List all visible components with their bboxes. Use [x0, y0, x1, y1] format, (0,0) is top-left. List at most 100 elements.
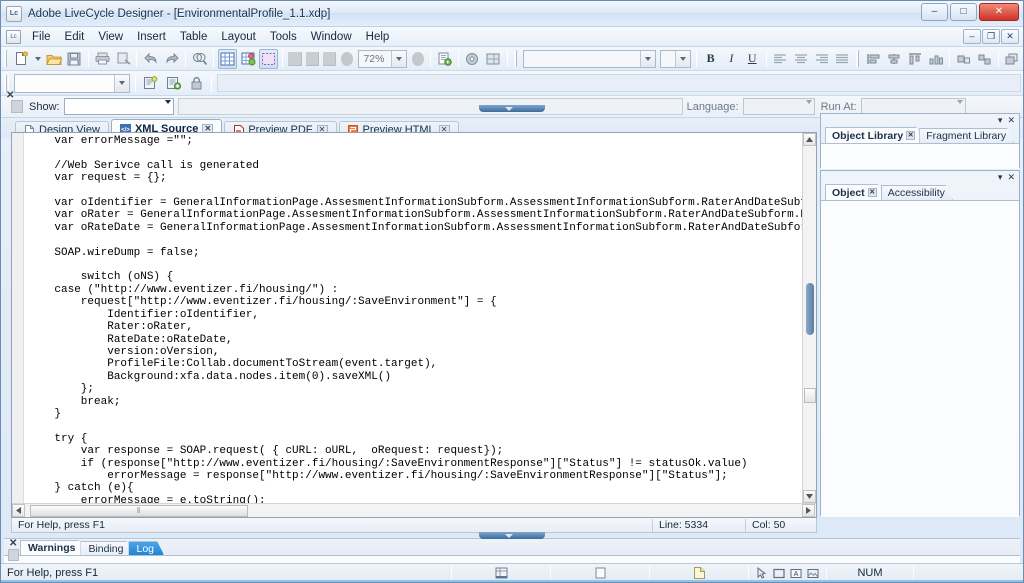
chevron-down-icon[interactable] [390, 50, 406, 67]
close-icon[interactable]: ✕ [6, 90, 14, 101]
image-placeholder-icon[interactable] [806, 567, 820, 580]
chevron-down-icon[interactable] [805, 100, 812, 116]
vertical-scroll-thumb[interactable] [804, 388, 816, 403]
menu-item-layout[interactable]: Layout [214, 29, 263, 45]
master-page-icon[interactable] [322, 51, 337, 66]
font-size-combo[interactable] [660, 49, 692, 68]
distribute-icon[interactable] [927, 49, 946, 69]
library-panel-body[interactable] [821, 143, 1019, 169]
rectangle-icon[interactable] [772, 567, 786, 580]
chevron-down-icon[interactable] [114, 74, 129, 92]
group-objects-icon[interactable] [954, 49, 973, 69]
show-boundaries-icon[interactable] [259, 48, 279, 69]
scroll-down-icon[interactable] [803, 490, 816, 503]
print-preview-icon[interactable] [114, 49, 133, 69]
menu-item-file[interactable]: File [25, 29, 58, 45]
tab-object-library[interactable]: Object Library ✕ [825, 127, 923, 143]
menu-item-edit[interactable]: Edit [58, 29, 92, 45]
italic-button[interactable]: I [722, 49, 741, 69]
bold-button[interactable]: B [701, 49, 720, 69]
maximize-button[interactable]: □ [950, 3, 977, 21]
align-left-icon[interactable] [771, 49, 790, 69]
close-button[interactable]: ✕ [979, 3, 1019, 21]
preview-toggle-icon[interactable] [341, 51, 354, 66]
show-combo[interactable] [63, 98, 174, 116]
close-icon[interactable]: ✕ [1007, 115, 1015, 126]
run-script-icon[interactable] [435, 49, 454, 69]
script-value-field[interactable] [177, 98, 683, 115]
scroll-right-icon[interactable] [802, 504, 815, 517]
floating-toolbar-handle[interactable] [479, 532, 545, 539]
tab-object[interactable]: Object ✕ [825, 184, 885, 200]
print-icon[interactable] [93, 49, 112, 69]
menu-item-help[interactable]: Help [359, 29, 397, 45]
form-properties-icon[interactable] [463, 49, 482, 69]
tab-accessibility[interactable]: Accessibility [881, 185, 953, 200]
zoom-combo[interactable]: 72% [358, 49, 407, 68]
object-panel-body[interactable] [821, 200, 1019, 517]
chevron-down-icon[interactable] [675, 50, 691, 67]
horizontal-scroll-thumb[interactable]: ‖ [30, 504, 248, 517]
toolbar-grip[interactable] [855, 50, 861, 67]
panel-menu-icon[interactable]: ▾ [998, 115, 1003, 126]
mdi-restore-button[interactable]: ❐ [982, 29, 1000, 44]
chevron-down-icon[interactable] [640, 50, 656, 67]
menu-item-window[interactable]: Window [304, 29, 359, 45]
align-objects-center-icon[interactable] [885, 49, 904, 69]
tab-fragment-library[interactable]: Fragment Library [919, 128, 1014, 143]
mdi-minimize-button[interactable]: – [963, 29, 981, 44]
lock-script-icon[interactable] [186, 73, 207, 93]
tab-binding[interactable]: Binding [80, 541, 133, 555]
page-layout-icon[interactable] [288, 51, 302, 66]
align-center-icon[interactable] [791, 49, 810, 69]
xml-source-editor[interactable]: var errorMessage =""; //Web Serivce call… [11, 132, 817, 518]
ungroup-objects-icon[interactable] [975, 49, 994, 69]
open-file-icon[interactable] [44, 49, 63, 69]
editor-vertical-scrollbar[interactable] [802, 133, 816, 503]
align-objects-top-icon[interactable] [906, 49, 925, 69]
new-script-icon[interactable] [140, 73, 161, 93]
text-box-icon[interactable]: A [789, 567, 803, 580]
editor-horizontal-scrollbar[interactable]: ‖ [12, 503, 816, 517]
new-file-icon[interactable] [12, 49, 31, 69]
menu-item-insert[interactable]: Insert [130, 29, 173, 45]
toolbar-grip[interactable] [4, 50, 9, 67]
menu-item-table[interactable]: Table [173, 29, 215, 45]
mdi-close-button[interactable]: ✕ [1001, 29, 1019, 44]
tab-warnings[interactable]: Warnings [20, 540, 85, 555]
align-right-icon[interactable] [812, 49, 831, 69]
add-script-icon[interactable] [163, 73, 184, 93]
panel-menu-icon[interactable]: ▾ [998, 172, 1003, 183]
save-file-icon[interactable] [65, 49, 84, 69]
underline-button[interactable]: U [743, 49, 762, 69]
toolbar-grip[interactable] [513, 50, 519, 67]
object-selector-combo[interactable] [14, 73, 130, 93]
show-grid-icon[interactable] [217, 48, 237, 69]
close-icon[interactable]: ✕ [868, 188, 877, 197]
language-combo[interactable] [742, 98, 815, 116]
bring-to-front-icon[interactable] [1003, 49, 1022, 69]
cursor-select-icon[interactable] [755, 567, 769, 580]
align-justify-icon[interactable] [833, 49, 852, 69]
menu-item-view[interactable]: View [91, 29, 130, 45]
new-file-dropdown-icon[interactable] [33, 49, 42, 69]
snap-to-grid-icon[interactable] [239, 49, 258, 69]
minimize-button[interactable]: – [921, 3, 948, 21]
undo-icon[interactable] [141, 49, 160, 69]
scroll-up-icon[interactable] [803, 133, 816, 146]
floating-toolbar-handle[interactable] [479, 105, 545, 112]
code-content[interactable]: var errorMessage =""; //Web Serivce call… [24, 133, 802, 503]
script-panel-grip[interactable] [11, 100, 23, 113]
menu-item-tools[interactable]: Tools [263, 29, 304, 45]
zoom-tool-icon[interactable] [411, 51, 425, 66]
align-objects-left-icon[interactable] [864, 49, 883, 69]
close-icon[interactable]: ✕ [906, 131, 915, 140]
tab-order-icon[interactable] [305, 51, 319, 66]
toolbar-grip[interactable] [4, 74, 9, 92]
find-icon[interactable] [190, 49, 209, 69]
chevron-down-icon[interactable] [164, 100, 171, 116]
scroll-left-icon[interactable] [12, 504, 25, 517]
font-name-combo[interactable] [523, 49, 657, 68]
close-icon[interactable]: ✕ [1007, 172, 1015, 183]
fragment-icon[interactable] [484, 49, 503, 69]
